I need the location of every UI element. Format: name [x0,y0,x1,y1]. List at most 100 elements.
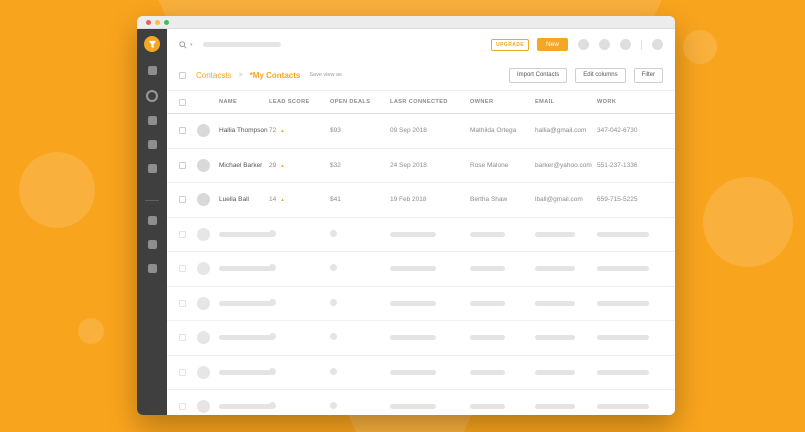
table-body: Hallia Thompson 72 ▲ $93 09 Sep 2018 Math… [167,114,675,415]
minimize-window-icon[interactable] [155,19,160,25]
close-window-icon[interactable] [146,19,151,25]
skeleton-last-connected [390,300,436,306]
contact-avatar [197,193,210,207]
column-header-open-deals: OPEN DEALS [330,99,371,105]
contact-avatar-placeholder [197,331,210,345]
breadcrumb-current-view[interactable]: *My Contacts [250,71,301,80]
skeleton-open-deals [330,333,337,341]
table-row-skeleton [167,356,675,390]
table-skeleton-rows [167,218,675,416]
sidebar [137,29,167,415]
sidebar-nav-item[interactable] [147,66,157,75]
table-row-skeleton [167,390,675,415]
cell-lead-score: 29 ▲ [269,161,285,169]
cell-name: Michael Barker [219,161,263,169]
table-row-skeleton [167,252,675,287]
row-checkbox[interactable] [179,403,186,411]
skeleton-owner [470,300,505,306]
filter-button[interactable]: Filter [633,67,663,83]
column-header-email: EMAIL [535,99,555,105]
breadcrumb-section[interactable]: Contacsts [196,71,232,80]
skeleton-email [535,231,575,237]
row-checkbox[interactable] [179,334,186,342]
contact-avatar-placeholder [197,296,210,310]
search-icon[interactable] [179,40,187,49]
toolbar-divider [641,39,642,50]
background-circle [703,177,793,267]
skeleton-lead-score [269,333,276,341]
sidebar-nav-item[interactable] [147,164,157,173]
row-checkbox[interactable] [179,127,186,135]
cell-last-connected: 09 Sep 2018 [390,127,427,135]
trend-up-icon: ▲ [280,162,285,168]
save-view-as-link[interactable]: Save view as [309,72,341,78]
select-all-checkbox[interactable] [179,98,186,106]
column-header-name: NAME [219,99,238,105]
toolbar-icon-button[interactable] [620,39,631,50]
skeleton-owner [470,335,505,341]
sidebar-nav-item[interactable] [147,216,157,225]
upgrade-button[interactable]: UPGRADE [491,38,529,51]
skeleton-email [535,266,575,272]
app-logo-funnel-icon[interactable] [144,36,160,52]
header-checkbox[interactable] [179,71,186,79]
skeleton-work [597,369,649,375]
cell-open-deals: $41 [330,196,341,204]
row-checkbox[interactable] [179,265,186,273]
cell-lead-score: 14 ▲ [269,196,285,204]
row-checkbox[interactable] [179,368,186,376]
background-circle [78,318,104,344]
search-input[interactable] [202,42,281,47]
user-avatar[interactable] [652,39,663,50]
row-checkbox[interactable] [179,299,186,307]
contact-avatar-placeholder [197,262,210,276]
toolbar-icon-button[interactable] [578,39,589,50]
skeleton-name [219,300,273,306]
skeleton-email [535,404,575,410]
skeleton-open-deals [330,367,337,375]
edit-columns-button[interactable]: Edit columns [575,67,626,83]
table-row[interactable]: Michael Barker 29 ▲ $32 24 Sep 2018 Rose … [167,149,675,183]
row-checkbox[interactable] [179,196,186,204]
sidebar-nav-item[interactable] [147,140,157,149]
row-checkbox[interactable] [179,230,186,238]
table-row-skeleton [167,321,675,356]
skeleton-lead-score [269,229,276,237]
cell-work: 347-042-6730 [597,127,638,135]
skeleton-email [535,300,575,306]
chevron-down-icon[interactable]: ▾ [190,42,193,48]
skeleton-name [219,231,273,237]
cell-name: Luella Ball [219,196,249,204]
import-contacts-button[interactable]: Import Contacts [508,67,568,83]
skeleton-lead-score [269,264,276,272]
table-row[interactable]: Hallia Thompson 72 ▲ $93 09 Sep 2018 Math… [167,114,675,149]
skeleton-last-connected [390,266,436,272]
skeleton-open-deals [330,298,337,306]
cell-name: Hallia Thompson [219,127,268,135]
sidebar-nav-item[interactable] [147,116,157,125]
contact-avatar-placeholder [197,227,210,241]
cell-owner: Rose Malone [470,161,509,169]
cell-open-deals: $32 [330,161,341,169]
skeleton-last-connected [390,404,436,410]
zoom-window-icon[interactable] [164,19,169,25]
sidebar-nav-item[interactable] [147,240,157,249]
skeleton-work [597,300,649,306]
cell-email: lball@gmail.com [535,196,583,204]
skeleton-work [597,335,649,341]
skeleton-name [219,266,273,272]
contact-avatar-placeholder [197,365,210,379]
window-titlebar [137,16,675,29]
sidebar-nav-item-target-icon[interactable] [146,90,158,102]
app-window: ▾ UPGRADE New Contacsts > *My Contacts S… [137,16,675,415]
background-circle [683,30,717,64]
skeleton-email [535,335,575,341]
table-row[interactable]: Luella Ball 14 ▲ $41 19 Feb 2018 Bertha S… [167,183,675,218]
sidebar-nav-item[interactable] [147,264,157,273]
skeleton-work [597,404,649,410]
toolbar-icon-button[interactable] [599,39,610,50]
row-checkbox[interactable] [179,161,186,169]
new-button[interactable]: New [536,38,568,51]
cell-open-deals: $93 [330,127,341,135]
cell-work: 659-715-5225 [597,196,638,204]
